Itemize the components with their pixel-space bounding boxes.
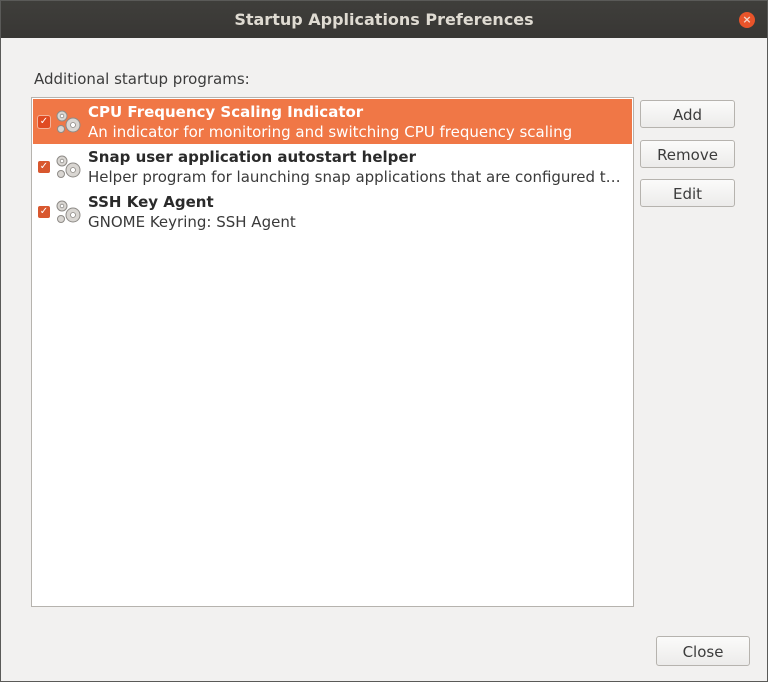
remove-button[interactable]: Remove xyxy=(640,140,735,168)
add-button[interactable]: Add xyxy=(640,100,735,128)
startup-programs-list[interactable]: ✓ CPU Frequency Scaling Indicator An ind… xyxy=(31,97,634,607)
program-row-ssh-agent[interactable]: ✓ SSH Key Agent GNOME Keyring: SSH Agent xyxy=(33,189,632,234)
window-title: Startup Applications Preferences xyxy=(234,10,534,29)
section-label: Additional startup programs: xyxy=(34,70,250,88)
program-row-cpu-frequency[interactable]: ✓ CPU Frequency Scaling Indicator An ind… xyxy=(33,99,632,144)
gears-icon xyxy=(56,155,81,178)
program-description: An indicator for monitoring and switchin… xyxy=(88,123,573,141)
startup-applications-window: Startup Applications Preferences × Addit… xyxy=(0,0,768,682)
program-name: CPU Frequency Scaling Indicator xyxy=(88,103,364,121)
program-name: SSH Key Agent xyxy=(88,193,214,211)
window-close-icon[interactable]: × xyxy=(739,12,755,28)
program-row-snap-helper[interactable]: ✓ Snap user application autostart helper… xyxy=(33,144,632,189)
enabled-checkbox[interactable]: ✓ xyxy=(38,206,50,218)
edit-button[interactable]: Edit xyxy=(640,179,735,207)
enabled-checkbox[interactable]: ✓ xyxy=(38,161,50,173)
gears-icon xyxy=(56,200,81,223)
close-button[interactable]: Close xyxy=(656,636,750,666)
title-bar[interactable]: Startup Applications Preferences × xyxy=(1,1,767,38)
enabled-checkbox[interactable]: ✓ xyxy=(38,116,50,128)
gears-icon xyxy=(56,110,81,133)
program-description: Helper program for launching snap applic… xyxy=(88,168,621,186)
program-name: Snap user application autostart helper xyxy=(88,148,416,166)
program-description: GNOME Keyring: SSH Agent xyxy=(88,213,296,231)
